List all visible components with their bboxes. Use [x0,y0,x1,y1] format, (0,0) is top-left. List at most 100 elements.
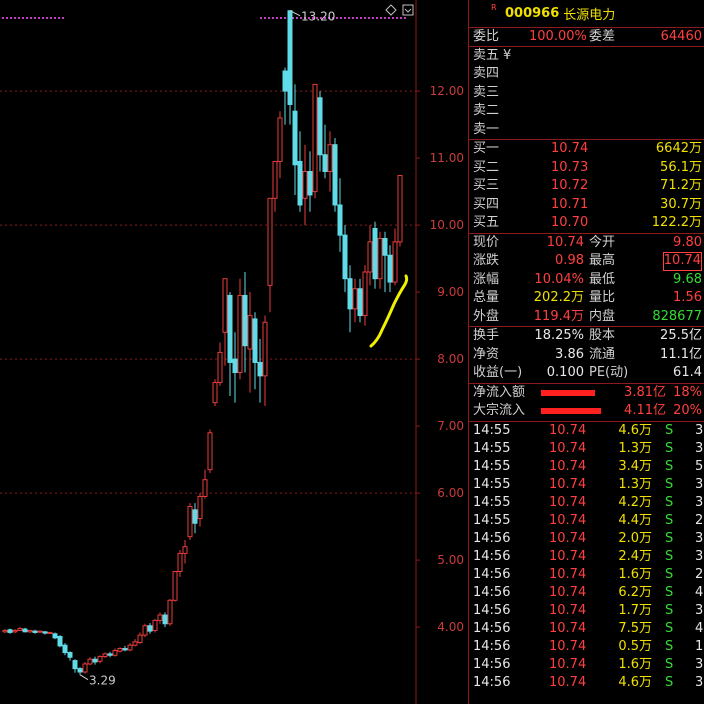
tick-count: 3 [695,476,704,492]
quote-label: 现价 [473,234,500,250]
buy-level-price: 10.73 [551,159,589,175]
label-layer: 12.00 11.00 10.00 9.00 8.00 7.00 6.00 5.00 4.00 1… [79,10,464,688]
stats-value: 18.25% [534,328,584,343]
candle-up [207,432,213,471]
candle-up [217,351,223,384]
tick-volume: 1.6万 [618,656,652,672]
tick-time: 14:56 [473,566,511,582]
tick-time: 14:55 [473,440,511,456]
candle-down [372,227,378,280]
candle-up [247,315,253,350]
tick-list[interactable]: 14:55 10.74 4.6万 S 3 14:55 10.74 1.3万 S 3 14:55 10.… [469,422,704,692]
tick-row: 14:56 10.74 0.5万 S 1 [469,638,704,656]
tick-count: 3 [695,422,704,438]
tick-count: 3 [695,548,704,564]
price-tick-label: 12.00 [430,84,464,98]
buy-level-row[interactable]: 买一 10.74 6642万 [469,140,704,159]
tick-count: 3 [695,494,704,510]
ratio-label: 委比 [473,29,500,44]
buy-level-row[interactable]: 买五 10.70 122.2万 [469,214,704,233]
sell-level-row[interactable]: 卖三 [469,84,704,103]
candle-up [47,631,53,634]
ratio-row: 委比 100.00% 委差 64460 [469,28,704,47]
candle-down [107,653,113,656]
buy-orders: 买一 10.74 6642万 买二 10.73 56.1万 买三 10.72 71.2万 买四 10… [469,140,704,234]
tick-price: 10.74 [549,602,587,618]
tick-side: S [665,530,674,546]
stats-value: 0.100 [546,365,584,380]
buy-level-label: 买一 [473,141,500,156]
buy-level-label: 买二 [473,159,500,175]
quote-value-2: 1.56 [673,290,702,305]
kline-svg[interactable]: 12.00 11.00 10.00 9.00 8.00 7.00 6.00 5.00 4.00 1… [0,0,468,704]
stats-label-2: 股本 [589,328,616,343]
stats-table: 换手 18.25% 股本 25.5亿 净资 3.86 流通 11.1亿 收益(一) 0.100 PE… [469,327,704,384]
candle-up [312,83,318,193]
tick-price: 10.74 [549,674,587,690]
tick-side: S [665,512,674,528]
quote-row: 涨跌 0.98 最高 10.74 [469,252,704,271]
candle-up [17,627,23,631]
candle-down [77,668,83,673]
top-icons [385,4,414,16]
sell-level-row[interactable]: 卖五 ¥ [469,47,704,66]
user-drawn-line[interactable] [369,274,409,348]
candle-down [72,660,78,670]
sell-level-row[interactable]: 卖二 [469,102,704,121]
candle-up [112,650,118,656]
tick-volume: 2.4万 [618,548,652,564]
diamond-icon[interactable] [385,4,397,16]
tick-time: 14:56 [473,584,511,600]
candle-down [317,97,323,156]
sell-level-row[interactable]: 卖一 [469,121,704,140]
quote-label: 外盘 [473,308,500,324]
tick-volume: 4.6万 [618,674,652,690]
candle-up [102,653,108,658]
buy-level-price: 10.70 [551,215,589,230]
tick-price: 10.74 [549,458,587,474]
candle-down [257,361,263,377]
tick-row: 14:56 10.74 2.0万 S 3 [469,530,704,548]
candle-down [282,70,288,92]
candle-up [82,663,88,673]
candle-down [287,10,293,106]
stock-code: 000966 [505,6,560,21]
stats-label-2: PE(动) [589,365,629,380]
quote-label: 涨跌 [473,253,500,268]
tick-row: 14:55 10.74 1.3万 S 3 [469,440,704,458]
buy-level-row[interactable]: 买四 10.71 30.7万 [469,196,704,215]
tick-count: 4 [695,584,704,600]
sell-level-row[interactable]: 卖四 [469,65,704,84]
candle-up [222,278,228,333]
flow-value: 4.11亿 [624,403,666,418]
candle-down [307,171,313,196]
candle-up [87,658,93,665]
stats-label: 净资 [473,346,500,362]
tick-volume: 0.5万 [618,638,652,654]
candle-up [367,241,373,273]
quote-table: 现价 10.74 今开 9.80 涨跌 0.98 最高 10.74 涨幅 10.04% 最低 9.68… [469,234,704,327]
flow-percent: 20% [673,403,702,418]
buy-level-row[interactable]: 买二 10.73 56.1万 [469,159,704,178]
candle-up [132,641,138,646]
tick-price: 10.74 [549,638,587,654]
candle-down [42,631,48,634]
candle-up [2,629,8,633]
quote-label: 总量 [473,290,500,305]
quote-value: 119.4万 [533,308,584,324]
tick-price: 10.74 [549,620,587,636]
buy-level-price: 10.72 [551,178,589,193]
tick-side: S [665,458,674,474]
candle-up [12,629,18,633]
candlestick-chart[interactable]: 12.00 11.00 10.00 9.00 8.00 7.00 6.00 5.00 4.00 1… [0,0,468,704]
tick-price: 10.74 [549,656,587,672]
tick-count: 1 [695,638,704,654]
quote-label-2: 量比 [589,290,616,305]
tick-volume: 6.2万 [618,584,652,600]
tick-time: 14:56 [473,620,511,636]
settings-icon[interactable] [402,4,414,16]
candle-up [37,630,43,633]
candle-up [352,288,358,310]
buy-level-volume: 30.7万 [660,196,702,212]
buy-level-row[interactable]: 买三 10.72 71.2万 [469,177,704,196]
